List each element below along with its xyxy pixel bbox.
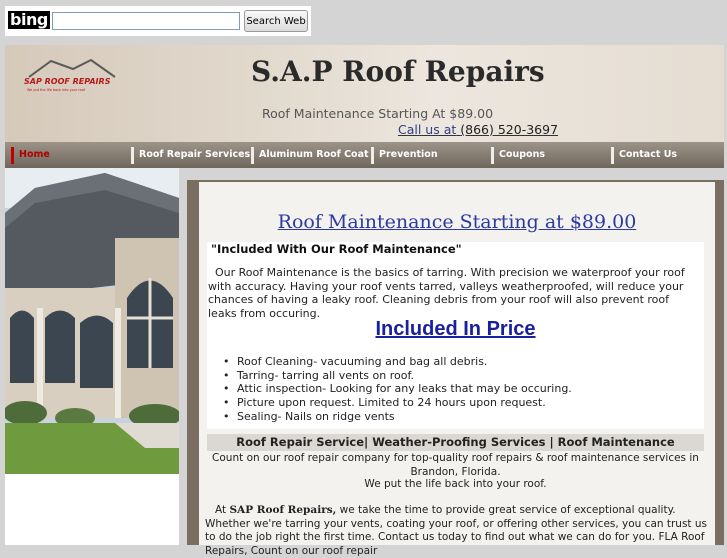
list-item: Roof Cleaning- vacuuming and bag all deb… bbox=[223, 355, 572, 369]
house-photo bbox=[5, 168, 179, 474]
count-on-text: Count on our roof repair company for top… bbox=[212, 452, 699, 478]
logo-tagline: We put the life back into your roof bbox=[27, 88, 86, 92]
nav-item-contact-us[interactable]: Contact Us bbox=[611, 147, 677, 164]
logo-text: SAP ROOF REPAIRS bbox=[24, 77, 111, 86]
bing-logo: bing bbox=[8, 10, 50, 29]
about-paragraph: At SAP Roof Repairs, we take the time to… bbox=[205, 504, 710, 558]
services-band: Roof Repair Service| Weather-Proofing Se… bbox=[207, 434, 704, 451]
about-prefix: At bbox=[215, 504, 230, 516]
phone-number[interactable]: (866) 520-3697 bbox=[460, 122, 558, 137]
call-us-label: Call us at bbox=[398, 122, 457, 137]
included-with-heading: "Included With Our Roof Maintenance" bbox=[211, 242, 462, 256]
list-item: Picture upon request. Limited to 24 hour… bbox=[223, 396, 572, 410]
nav-item-aluminum-roof-coat[interactable]: Aluminum Roof Coat bbox=[251, 147, 369, 164]
list-item: Attic inspection- Looking for any leaks … bbox=[223, 382, 572, 396]
main-nav: Home Roof Repair Services Aluminum Roof … bbox=[5, 142, 724, 168]
list-item: Tarring- tarring all vents on roof. bbox=[223, 369, 572, 383]
nav-item-roof-repair-services[interactable]: Roof Repair Services bbox=[131, 147, 250, 164]
site-title: S.A.P Roof Repairs bbox=[251, 55, 545, 88]
nav-item-home[interactable]: Home bbox=[11, 147, 50, 164]
main-heading[interactable]: Roof Maintenance Starting at $89.00 bbox=[199, 211, 715, 233]
site-header: SAP ROOF REPAIRS We put the life back in… bbox=[5, 45, 724, 142]
list-item: Sealing- Nails on ridge vents bbox=[223, 410, 572, 424]
header-tagline: Roof Maintenance Starting At $89.00 bbox=[262, 106, 494, 121]
sidebar-blank bbox=[5, 474, 179, 545]
bing-search-bar: bing Search Web bbox=[5, 6, 311, 36]
search-input[interactable] bbox=[52, 12, 240, 30]
about-company-name: SAP Roof Repairs, bbox=[229, 504, 337, 516]
intro-paragraph: Our Roof Maintenance is the basics of ta… bbox=[208, 266, 689, 321]
call-us-link[interactable]: Call us at (866) 520-3697 bbox=[398, 122, 558, 137]
included-list: Roof Cleaning- vacuuming and bag all deb… bbox=[223, 355, 572, 424]
nav-item-prevention[interactable]: Prevention bbox=[371, 147, 438, 164]
nav-item-coupons[interactable]: Coupons bbox=[491, 147, 545, 164]
included-in-price-heading: Included In Price bbox=[375, 318, 536, 340]
sap-roof-repairs-logo[interactable]: SAP ROOF REPAIRS We put the life back in… bbox=[21, 57, 121, 97]
life-back-text: We put the life back into your roof. bbox=[364, 478, 547, 490]
search-web-button[interactable]: Search Web bbox=[244, 10, 308, 32]
